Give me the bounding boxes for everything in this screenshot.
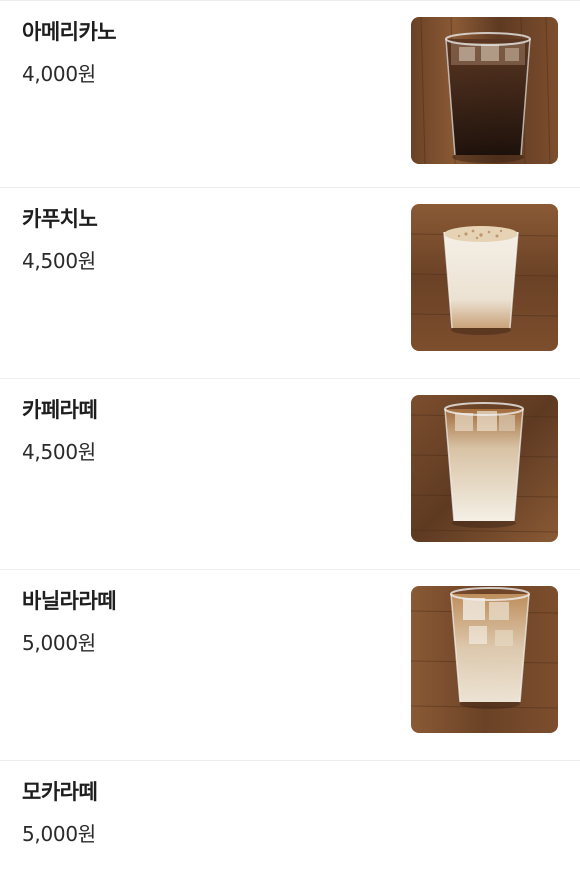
iced-cafe-latte-photo[interactable] bbox=[411, 395, 558, 542]
menu-item-price: 5,000원 bbox=[22, 631, 96, 655]
menu-list: 아메리카노 4,000원 카푸치노 4,500원 카페라떼 4,500원 바닐라… bbox=[0, 0, 580, 879]
menu-item-price: 4,500원 bbox=[22, 249, 96, 273]
menu-item-vanilla-latte[interactable]: 바닐라라떼 5,000원 bbox=[0, 569, 580, 760]
menu-item-name: 바닐라라떼 bbox=[22, 589, 117, 613]
iced-cappuccino-photo[interactable] bbox=[411, 204, 558, 351]
menu-item-name: 카푸치노 bbox=[22, 207, 98, 231]
menu-item-mocha-latte[interactable]: 모카라떼 5,000원 bbox=[0, 760, 580, 879]
menu-item-price: 4,000원 bbox=[22, 62, 96, 86]
iced-vanilla-latte-photo[interactable] bbox=[411, 586, 558, 733]
menu-item-price: 4,500원 bbox=[22, 440, 96, 464]
drink-photo-image bbox=[411, 204, 558, 351]
menu-item-name: 카페라떼 bbox=[22, 398, 98, 422]
menu-item-price: 5,000원 bbox=[22, 822, 96, 846]
menu-item-name: 아메리카노 bbox=[22, 20, 117, 44]
drink-photo-image bbox=[411, 586, 558, 733]
menu-item-americano[interactable]: 아메리카노 4,000원 bbox=[0, 0, 580, 187]
iced-americano-photo[interactable] bbox=[411, 17, 558, 164]
drink-photo-image bbox=[411, 395, 558, 542]
drink-photo-image bbox=[411, 17, 558, 164]
menu-item-name: 모카라떼 bbox=[22, 780, 98, 804]
menu-item-cafe-latte[interactable]: 카페라떼 4,500원 bbox=[0, 378, 580, 569]
menu-item-cappuccino[interactable]: 카푸치노 4,500원 bbox=[0, 187, 580, 378]
